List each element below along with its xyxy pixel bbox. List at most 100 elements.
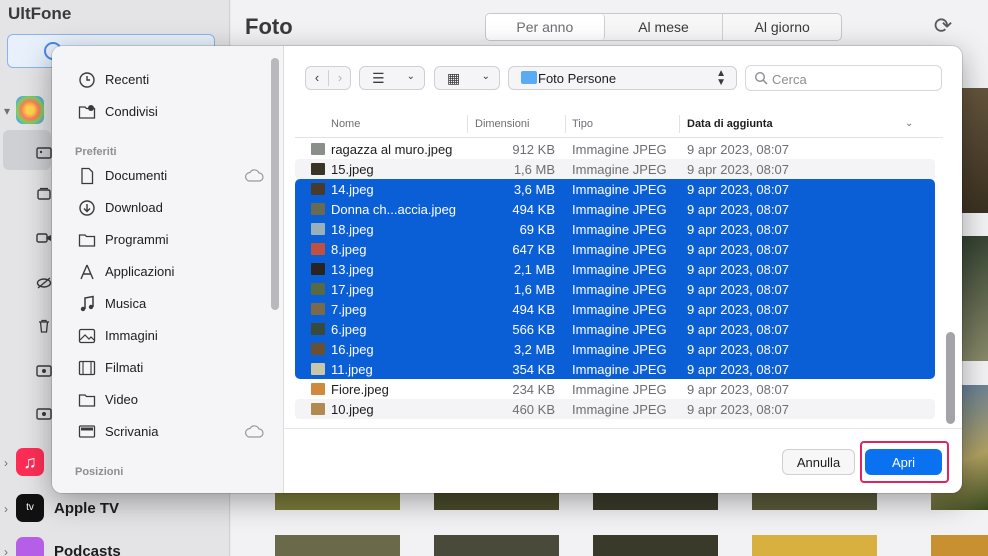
- list-icon: ☰: [372, 70, 385, 86]
- clock-icon: [79, 72, 95, 88]
- sidebar-scrollbar[interactable]: [271, 58, 279, 310]
- sidebar-item-applicazioni[interactable]: Applicazioni: [74, 259, 264, 285]
- dialog-sidebar: Recenti Condivisi Preferiti Documenti Do…: [52, 46, 284, 493]
- photo-thumbnail[interactable]: [593, 493, 718, 510]
- sidebar-item-programmi[interactable]: Programmi: [74, 227, 264, 253]
- file-size: 647 KB: [512, 242, 555, 257]
- sidebar-item-condivisi[interactable]: Condivisi: [74, 99, 264, 125]
- chevron-right-icon: ›: [4, 456, 8, 470]
- file-row[interactable]: 6.jpeg 566 KB Immagine JPEG 9 apr 2023, 08:…: [295, 319, 935, 339]
- file-row[interactable]: 8.jpeg 647 KB Immagine JPEG 9 apr 2023, 08:…: [295, 239, 935, 259]
- segment-al-mese[interactable]: Al mese: [605, 14, 724, 40]
- file-date: 9 apr 2023, 08:07: [687, 242, 789, 257]
- open-button-highlight: [860, 441, 949, 483]
- sidebar-item-scrivania[interactable]: Scrivania: [74, 419, 264, 445]
- folder-icon: [78, 234, 96, 247]
- file-row[interactable]: 17.jpeg 1,6 MB Immagine JPEG 9 apr 2023, 08…: [295, 279, 935, 299]
- file-row[interactable]: 7.jpeg 494 KB Immagine JPEG 9 apr 2023, 08:…: [295, 299, 935, 319]
- back-chevron-icon[interactable]: ‹: [306, 67, 328, 89]
- file-size: 3,2 MB: [513, 342, 555, 357]
- sidebar-item-label: Documenti: [105, 168, 168, 183]
- sidebar-item-label: Download: [105, 200, 163, 215]
- column-header-name[interactable]: Nome: [331, 118, 360, 136]
- photo-thumbnail[interactable]: [752, 535, 877, 556]
- sidebar-item-video[interactable]: Video: [74, 387, 264, 413]
- sidebar-item-label: Recenti: [105, 72, 150, 87]
- file-date: 9 apr 2023, 08:07: [687, 142, 789, 157]
- hidden-eye-icon[interactable]: [36, 275, 52, 291]
- sidebar-item-filmati[interactable]: Filmati: [74, 355, 264, 381]
- file-size: 494 KB: [512, 302, 555, 317]
- file-row[interactable]: ragazza al muro.jpeg 912 KB Immagine JPEG 9…: [295, 139, 935, 159]
- page-title: Foto: [245, 14, 293, 39]
- file-name: 17.jpeg: [331, 282, 374, 297]
- file-date: 9 apr 2023, 08:07: [687, 202, 789, 217]
- sort-chevron-icon[interactable]: ⌄: [905, 118, 913, 129]
- file-row[interactable]: 16.jpeg 3,2 MB Immagine JPEG 9 apr 2023, 08…: [295, 339, 935, 359]
- sidebar-app-podcasts[interactable]: › Podcasts: [0, 533, 230, 556]
- sidebar-item-musica[interactable]: Musica: [74, 291, 264, 317]
- chevron-right-icon: ›: [4, 502, 8, 516]
- group-view-button[interactable]: ▦ ⌄: [434, 66, 500, 90]
- file-thumbnail-icon: [311, 403, 325, 415]
- list-view-button[interactable]: ☰ ⌄: [359, 66, 425, 90]
- file-row[interactable]: 18.jpeg 69 KB Immagine JPEG 9 apr 2023, 08:…: [295, 219, 935, 239]
- file-row[interactable]: 15.jpeg 1,6 MB Immagine JPEG 9 apr 2023, 08…: [295, 159, 935, 179]
- search-field[interactable]: [745, 65, 942, 91]
- sidebar-item-recenti[interactable]: Recenti: [74, 67, 264, 93]
- file-thumbnail-icon: [311, 263, 325, 275]
- sidebar-item-download[interactable]: Download: [74, 195, 264, 221]
- forward-chevron-icon[interactable]: ›: [329, 67, 351, 89]
- segment-al-giorno[interactable]: Al giorno: [723, 14, 841, 40]
- photo-icon[interactable]: [36, 145, 52, 161]
- photo-thumbnail[interactable]: [434, 535, 559, 556]
- file-type: Immagine JPEG: [572, 262, 667, 277]
- file-thumbnail-icon: [311, 163, 325, 175]
- photo-thumbnail[interactable]: [275, 493, 400, 510]
- photo-thumbnail[interactable]: [593, 535, 718, 556]
- search-input[interactable]: [772, 70, 932, 88]
- file-row[interactable]: Donna ch...accia.jpeg 494 KB Immagine JPEG…: [295, 199, 935, 219]
- sidebar-item-label: Applicazioni: [105, 264, 175, 279]
- column-header-size[interactable]: Dimensioni: [475, 118, 529, 136]
- sidebar-app-apple-tv[interactable]: › tv Apple TV: [0, 490, 230, 530]
- export-icon[interactable]: [36, 406, 52, 422]
- photo-thumbnail[interactable]: [434, 493, 559, 510]
- file-name: 11.jpeg: [331, 362, 373, 377]
- cancel-button[interactable]: Annulla: [782, 449, 855, 475]
- section-header-preferiti: Preferiti: [75, 146, 117, 158]
- divider: [284, 428, 962, 429]
- trash-icon[interactable]: [36, 318, 52, 334]
- file-row[interactable]: Fiore.jpeg 234 KB Immagine JPEG 9 apr 2023,…: [295, 379, 935, 399]
- sidebar-item-documenti[interactable]: Documenti: [74, 163, 264, 189]
- file-thumbnail-icon: [311, 363, 325, 375]
- sidebar-item-immagini[interactable]: Immagini: [74, 323, 264, 349]
- segment-per-anno[interactable]: Per anno: [486, 14, 605, 40]
- chevron-right-icon: ›: [4, 545, 8, 556]
- photo-thumbnail[interactable]: [752, 493, 877, 510]
- file-thumbnail-icon: [311, 223, 325, 235]
- file-row[interactable]: 14.jpeg 3,6 MB Immagine JPEG 9 apr 2023, 08…: [295, 179, 935, 199]
- column-header-date[interactable]: Data di aggiunta: [687, 118, 773, 136]
- file-row[interactable]: 13.jpeg 2,1 MB Immagine JPEG 9 apr 2023, 08…: [295, 259, 935, 279]
- file-size: 69 KB: [519, 222, 555, 237]
- location-popup[interactable]: Foto Persone ▲ ▼: [508, 66, 737, 90]
- photo-thumbnail[interactable]: [931, 535, 988, 556]
- file-list-scrollbar[interactable]: [946, 332, 955, 424]
- refresh-icon[interactable]: ⟳: [931, 14, 955, 38]
- file-size: 2,1 MB: [513, 262, 555, 277]
- file-name: 10.jpeg: [331, 402, 374, 417]
- column-header-type[interactable]: Tipo: [572, 118, 593, 136]
- file-name: 16.jpeg: [331, 342, 374, 357]
- up-down-chevron-icon: ▲ ▼: [716, 68, 726, 88]
- video-icon[interactable]: [36, 230, 52, 246]
- file-row[interactable]: 11.jpeg 354 KB Immagine JPEG 9 apr 2023, 08…: [295, 359, 935, 379]
- back-forward-buttons: ‹ ›: [305, 66, 351, 90]
- photo-thumbnail[interactable]: [275, 535, 400, 556]
- file-row[interactable]: 10.jpeg 460 KB Immagine JPEG 9 apr 2023, 08…: [295, 399, 935, 419]
- search-icon: [754, 71, 768, 85]
- podcasts-app-icon: [16, 537, 44, 556]
- file-date: 9 apr 2023, 08:07: [687, 362, 789, 377]
- import-icon[interactable]: [36, 363, 52, 379]
- album-icon[interactable]: [36, 186, 52, 202]
